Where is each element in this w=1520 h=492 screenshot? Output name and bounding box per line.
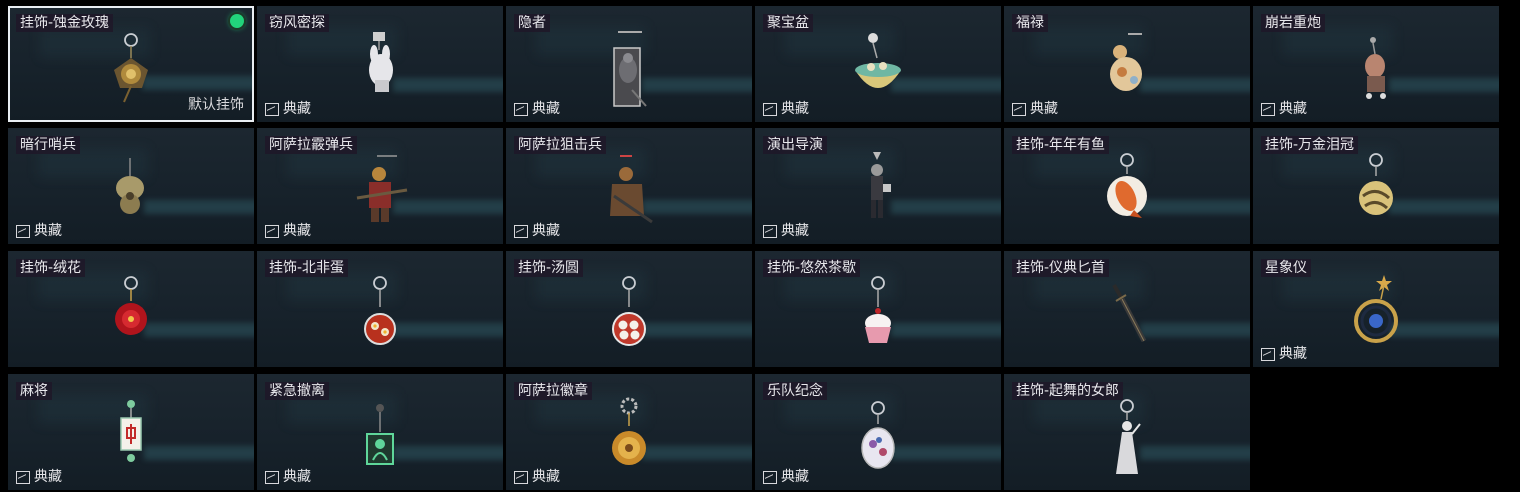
collection-tag: 典藏 (16, 468, 62, 486)
rice-ball-charm-icon (594, 259, 664, 359)
default-charm-label: 默认挂饰 (188, 97, 244, 113)
charm-card[interactable]: 挂饰-年年有鱼 (1004, 128, 1250, 244)
treasure-bowl-charm-icon (843, 14, 913, 114)
collection-icon (16, 224, 30, 238)
charm-name: 崩岩重炮 (1261, 14, 1325, 32)
collection-tag: 典藏 (514, 468, 560, 486)
equipped-indicator (230, 14, 244, 28)
collection-icon (514, 470, 528, 484)
charm-name: 挂饰-仪典匕首 (1012, 259, 1110, 277)
band-memento-charm-icon (843, 382, 913, 482)
charm-card[interactable]: 福禄 典藏 (1004, 6, 1250, 122)
collection-icon (514, 224, 528, 238)
badge-charm-icon (594, 382, 664, 482)
collection-tag: 典藏 (763, 222, 809, 240)
charm-card[interactable]: 阿萨拉徽章 典藏 (506, 374, 752, 490)
collection-icon (1261, 102, 1275, 116)
collection-icon (763, 102, 777, 116)
heavy-gunner-charm-icon (1341, 14, 1411, 114)
charm-name: 窃风密探 (265, 14, 329, 32)
charm-name: 挂饰-悠然茶歇 (763, 259, 861, 277)
charm-name: 阿萨拉徽章 (514, 382, 592, 400)
charm-card[interactable]: 挂饰-悠然茶歇 (755, 251, 1001, 367)
charm-name: 暗行哨兵 (16, 136, 80, 154)
charm-name: 乐队纪念 (763, 382, 827, 400)
hermit-charm-icon (594, 14, 664, 114)
charm-card[interactable]: 挂饰-万金泪冠 (1253, 128, 1499, 244)
charm-card[interactable]: 麻将 典藏 (8, 374, 254, 490)
gourd-charm-icon (1092, 14, 1162, 114)
charm-card[interactable]: 紧急撤离 典藏 (257, 374, 503, 490)
director-charm-icon (843, 136, 913, 236)
collection-icon (1012, 102, 1026, 116)
charm-name: 星象仪 (1261, 259, 1311, 277)
charm-card[interactable]: 挂饰-仪典匕首 (1004, 251, 1250, 367)
charm-card[interactable]: 窃风密探 典藏 (257, 6, 503, 122)
shadow-sentry-charm-icon (96, 136, 166, 236)
charm-name: 挂饰-北非蛋 (265, 259, 349, 277)
charm-name: 演出导演 (763, 136, 827, 154)
charm-card[interactable]: 挂饰-绒花 (8, 251, 254, 367)
charm-card[interactable]: 挂饰-起舞的女郎 (1004, 374, 1250, 490)
charm-name: 聚宝盆 (763, 14, 813, 32)
charm-card[interactable]: 挂饰-汤圆 (506, 251, 752, 367)
collection-tag: 典藏 (265, 100, 311, 118)
rabbit-spy-charm-icon (345, 14, 415, 114)
collection-icon (265, 102, 279, 116)
collection-tag: 典藏 (1261, 100, 1307, 118)
collection-tag: 典藏 (514, 222, 560, 240)
charm-grid: 挂饰-蚀金玫瑰 默认挂饰 窃风密探 典藏 隐者 典藏 聚宝盆 典藏 福禄 典藏 (0, 0, 1520, 492)
shakshuka-charm-icon (345, 259, 415, 359)
charm-card[interactable]: 阿萨拉霰弹兵 典藏 (257, 128, 503, 244)
charm-name: 挂饰-汤圆 (514, 259, 584, 277)
charm-card[interactable]: 挂饰-北非蛋 (257, 251, 503, 367)
charm-name: 挂饰-蚀金玫瑰 (16, 14, 114, 32)
charm-card[interactable]: 聚宝盆 典藏 (755, 6, 1001, 122)
charm-card[interactable]: 暗行哨兵 典藏 (8, 128, 254, 244)
velvet-flower-charm-icon (96, 259, 166, 359)
charm-card[interactable]: 演出导演 典藏 (755, 128, 1001, 244)
collection-tag: 典藏 (1261, 345, 1307, 363)
charm-card[interactable]: 星象仪 典藏 (1253, 251, 1499, 367)
charm-card[interactable]: 挂饰-蚀金玫瑰 默认挂饰 (8, 6, 254, 122)
charm-name: 阿萨拉霰弹兵 (265, 136, 357, 154)
charm-name: 挂饰-万金泪冠 (1261, 136, 1359, 154)
collection-icon (763, 224, 777, 238)
collection-icon (265, 470, 279, 484)
charm-card[interactable]: 隐者 典藏 (506, 6, 752, 122)
charm-name: 挂饰-绒花 (16, 259, 86, 277)
charm-card[interactable]: 阿萨拉狙击兵 典藏 (506, 128, 752, 244)
collection-icon (1261, 347, 1275, 361)
collection-icon (265, 224, 279, 238)
collection-tag: 典藏 (1012, 100, 1058, 118)
charm-name: 福禄 (1012, 14, 1048, 32)
charm-name: 阿萨拉狙击兵 (514, 136, 606, 154)
charm-name: 挂饰-年年有鱼 (1012, 136, 1110, 154)
collection-tag: 典藏 (763, 468, 809, 486)
collection-icon (763, 470, 777, 484)
charm-name: 隐者 (514, 14, 550, 32)
collection-icon (514, 102, 528, 116)
charm-name: 挂饰-起舞的女郎 (1012, 382, 1124, 400)
charm-name: 麻将 (16, 382, 52, 400)
collection-tag: 典藏 (16, 222, 62, 240)
mahjong-charm-icon (96, 382, 166, 482)
collection-tag: 典藏 (265, 222, 311, 240)
charm-name: 紧急撤离 (265, 382, 329, 400)
collection-tag: 典藏 (265, 468, 311, 486)
charm-card[interactable]: 崩岩重炮 典藏 (1253, 6, 1499, 122)
collection-tag: 典藏 (763, 100, 809, 118)
evacuation-charm-icon (345, 382, 415, 482)
collection-icon (16, 470, 30, 484)
astrolabe-charm-icon (1341, 259, 1411, 359)
collection-tag: 典藏 (514, 100, 560, 118)
charm-card[interactable]: 乐队纪念 典藏 (755, 374, 1001, 490)
